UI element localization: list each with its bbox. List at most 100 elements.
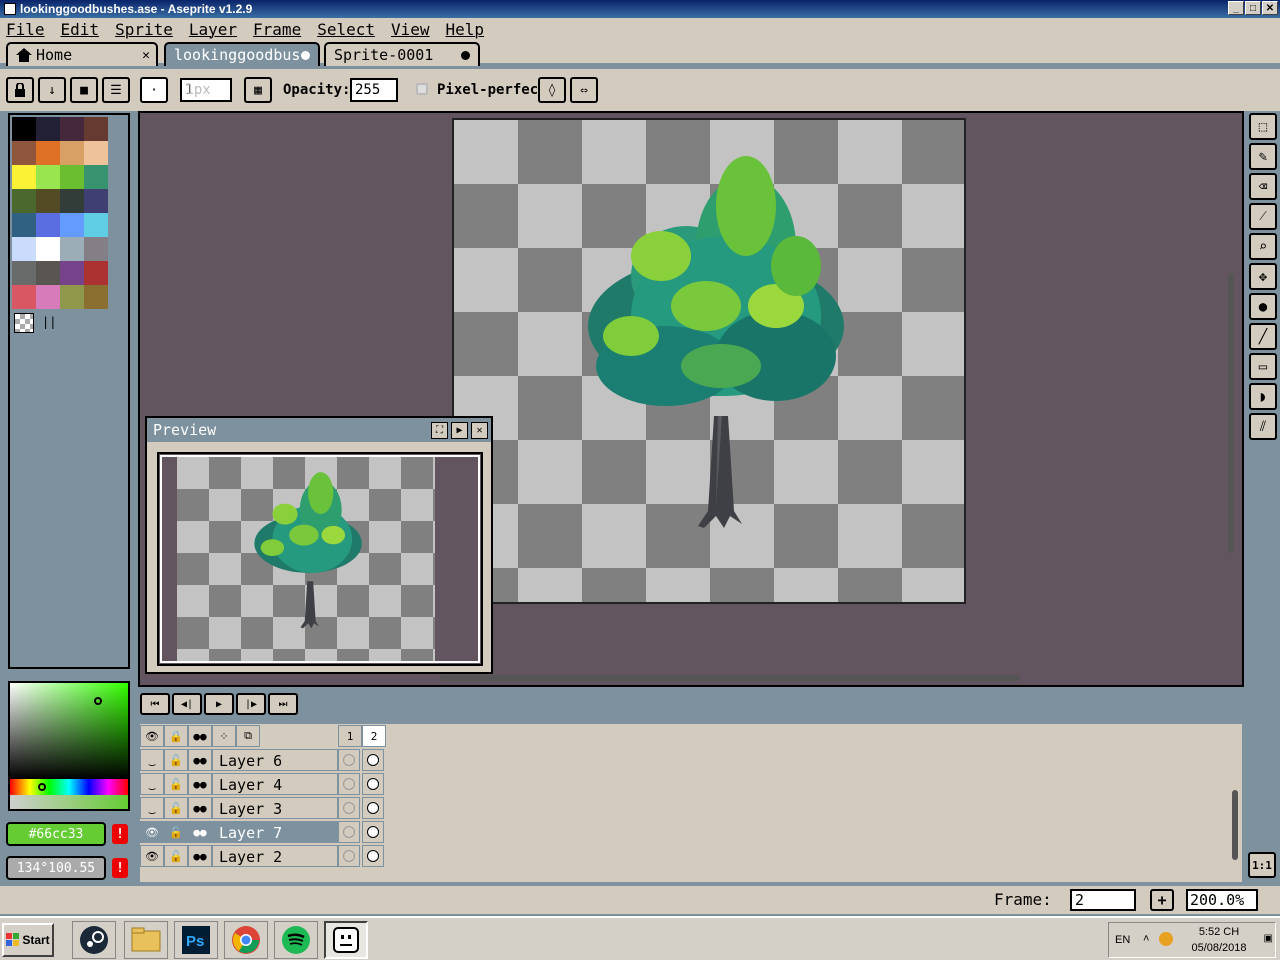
layer-row[interactable]: ‿ 🔓 ●● Layer 6 — [140, 748, 390, 772]
palette-swatch[interactable] — [84, 117, 108, 141]
palette-swatch[interactable] — [60, 165, 84, 189]
layer-row[interactable]: ‿ 🔓 ●● Layer 3 — [140, 796, 390, 820]
palette-swatch[interactable] — [36, 189, 60, 213]
notification-icon[interactable]: ▣ — [1264, 933, 1273, 944]
palette-swatch[interactable] — [60, 141, 84, 165]
language-indicator[interactable]: EN — [1115, 934, 1130, 946]
foreground-color-field[interactable]: #66cc33 — [6, 822, 106, 846]
lock-icon[interactable]: 🔓 — [164, 845, 188, 867]
clock-time[interactable]: 5:52 CH — [1189, 926, 1249, 938]
palette-swatch[interactable] — [36, 165, 60, 189]
sv-cursor[interactable] — [94, 697, 102, 705]
timeline-vertical-scrollbar[interactable] — [1232, 790, 1238, 860]
brush-menu-button[interactable]: ☰ — [102, 77, 130, 103]
eye-icon[interactable]: 👁 — [140, 821, 164, 843]
zoom-1-1-button[interactable]: 1:1 — [1248, 852, 1276, 878]
lock-icon[interactable]: 🔓 — [164, 773, 188, 795]
frame-input[interactable]: 2 — [1070, 889, 1136, 911]
palette-swatch[interactable] — [12, 261, 36, 285]
play-button[interactable]: ▶ — [204, 693, 234, 715]
lock-icon[interactable]: 🔓 — [164, 821, 188, 843]
rectangle-tool-button[interactable]: ▭ — [1249, 353, 1277, 380]
palette-swatch[interactable] — [60, 285, 84, 309]
lock-icon[interactable]: 🔓 — [164, 749, 188, 771]
layer-row[interactable]: 👁 🔓 ●● Layer 7 — [140, 820, 390, 844]
frame-header-1[interactable]: 1 — [338, 725, 362, 747]
lock-icon[interactable]: 🔒 — [164, 725, 188, 747]
menu-view[interactable]: View — [391, 20, 430, 39]
taskbar-aseprite[interactable] — [324, 921, 368, 959]
layer-name[interactable]: Layer 6 — [212, 749, 338, 771]
preview-window[interactable]: Preview ⛶ ▶ ✕ — [145, 416, 493, 674]
tab-sprite-0001[interactable]: Sprite-0001 — [324, 42, 480, 66]
continuous-icon[interactable]: ●● — [188, 725, 212, 747]
eraser-tool-button[interactable]: ⌫ — [1249, 173, 1277, 200]
layer-name[interactable]: Layer 2 — [212, 845, 338, 867]
background-color-field[interactable]: 134°100.55 — [6, 856, 106, 880]
onion-skin-icon[interactable]: ⁘ — [212, 725, 236, 747]
palette-swatch[interactable] — [84, 213, 108, 237]
sprite-canvas[interactable] — [452, 118, 966, 604]
continuous-icon[interactable]: ●● — [188, 773, 212, 795]
palette-resize-handle[interactable]: || — [42, 315, 56, 329]
taskbar-spotify[interactable] — [274, 921, 318, 959]
cel-2[interactable] — [362, 845, 384, 867]
previous-frame-button[interactable]: ◀| — [172, 693, 202, 715]
zoom-tool-button[interactable]: ⌕ — [1249, 233, 1277, 260]
palette-swatch[interactable] — [60, 237, 84, 261]
cel-2[interactable] — [362, 749, 384, 771]
continuous-icon[interactable]: ●● — [188, 821, 212, 843]
taskbar-steam[interactable] — [72, 921, 116, 959]
eye-icon[interactable]: 👁 — [140, 725, 164, 747]
palette-swatch[interactable] — [60, 261, 84, 285]
lock-icon[interactable]: 🔓 — [164, 797, 188, 819]
pixel-perfect-checkbox[interactable] — [416, 83, 428, 95]
preview-viewport[interactable] — [157, 452, 483, 666]
weather-icon[interactable] — [1159, 932, 1173, 946]
palette-swatch[interactable] — [60, 189, 84, 213]
palette-swatch[interactable] — [84, 261, 108, 285]
menu-file[interactable]: File — [6, 20, 45, 39]
palette-swatch[interactable] — [36, 285, 60, 309]
eye-icon[interactable]: 👁 — [140, 845, 164, 867]
fill-tool-button[interactable]: ● — [1249, 293, 1277, 320]
ink-lock-button[interactable] — [6, 77, 34, 103]
color-picker[interactable] — [8, 681, 130, 811]
layer-row[interactable]: 👁 🔓 ●● Layer 2 — [140, 844, 390, 868]
menu-frame[interactable]: Frame — [253, 20, 301, 39]
cel-2[interactable] — [362, 821, 384, 843]
cel-1[interactable] — [338, 845, 360, 867]
preview-close-button[interactable]: ✕ — [471, 422, 488, 439]
last-frame-button[interactable]: ⏭ — [268, 693, 298, 715]
tray-expand-icon[interactable]: ˄ — [1143, 933, 1149, 945]
line-tool-button[interactable]: ╱ — [1249, 323, 1277, 350]
menu-edit[interactable]: Edit — [61, 20, 100, 39]
move-tool-button[interactable]: ✥ — [1249, 263, 1277, 290]
zoom-input[interactable]: 200.0% — [1186, 889, 1258, 911]
cel-1[interactable] — [338, 797, 360, 819]
layer-name[interactable]: Layer 3 — [212, 797, 338, 819]
palette-swatch[interactable] — [36, 237, 60, 261]
new-frame-button[interactable]: + — [1150, 889, 1174, 911]
brush-type-button[interactable]: · — [140, 77, 168, 103]
palette-swatch[interactable] — [60, 117, 84, 141]
palette-swatch[interactable] — [12, 213, 36, 237]
start-button[interactable]: Start — [2, 923, 54, 957]
timeline[interactable]: 👁 🔒 ●● ⁘ ⧉ 1 2 ‿ 🔓 ●● Layer 6 ‿ 🔓 ●● Layer 4 ‿ 🔓 ●… — [138, 722, 1244, 884]
eyedropper-tool-button[interactable]: ⁄ — [1249, 203, 1277, 230]
alpha-slider[interactable] — [10, 795, 128, 809]
symmetry-vertical-button[interactable]: ◊ — [538, 77, 566, 103]
pencil-tool-button[interactable]: ✎ — [1249, 143, 1277, 170]
bg-warning-icon[interactable]: ! — [112, 858, 128, 878]
brush-square-button[interactable]: ■ — [70, 77, 98, 103]
palette-swatch[interactable] — [12, 237, 36, 261]
palette-swatch[interactable] — [60, 213, 84, 237]
brush-down-button[interactable]: ↓ — [38, 77, 66, 103]
eye-icon[interactable]: ‿ — [140, 797, 164, 819]
continuous-icon[interactable]: ●● — [188, 749, 212, 771]
marquee-tool-button[interactable]: ⬚ — [1249, 113, 1277, 140]
canvas-horizontal-scrollbar[interactable] — [440, 675, 1020, 681]
palette-swatch[interactable] — [36, 141, 60, 165]
palette-swatch[interactable] — [12, 189, 36, 213]
palette-swatch[interactable] — [36, 261, 60, 285]
